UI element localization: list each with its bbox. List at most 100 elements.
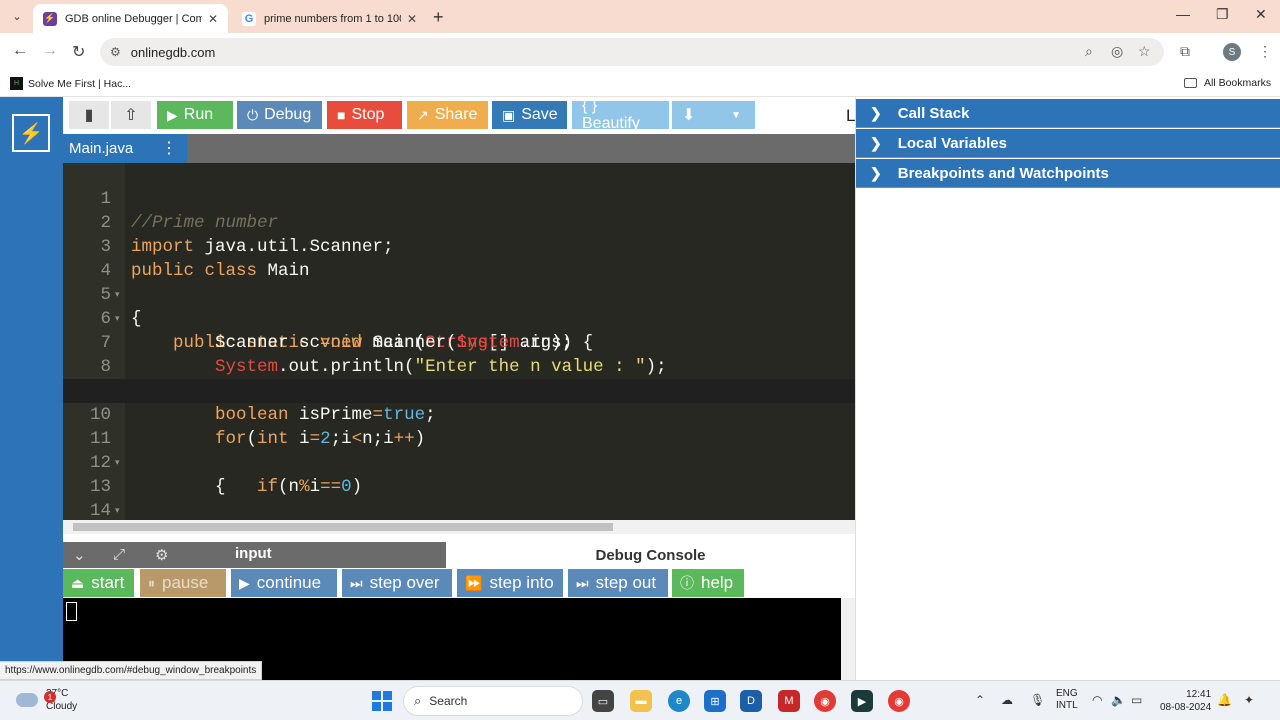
kebab-menu-icon[interactable]: ⋮ bbox=[161, 138, 177, 158]
site-info-icon[interactable]: ⚙ bbox=[110, 45, 121, 59]
restore-icon[interactable]: ❐ bbox=[1216, 6, 1229, 23]
call-stack-section[interactable]: ❯ Call Stack bbox=[856, 99, 1280, 128]
onedrive-icon[interactable]: ☁ bbox=[1001, 693, 1013, 707]
expand-icon[interactable]: ⤢ bbox=[113, 546, 125, 563]
file-tab-main[interactable]: Main.java ⋮ bbox=[63, 134, 187, 163]
new-tab-icon[interactable]: + bbox=[433, 7, 444, 28]
code-editor[interactable]: 1 //Prime number 2 import java.util.Scan… bbox=[63, 163, 855, 520]
extensions-icon[interactable]: ⧉ bbox=[1180, 43, 1190, 60]
copilot-icon[interactable]: ✦ bbox=[1244, 693, 1254, 707]
code-line[interactable]: 9 boolean isPrime=true; bbox=[63, 355, 855, 425]
battery-icon[interactable]: ▭ bbox=[1131, 693, 1142, 707]
eye-slash-icon[interactable]: ◎ bbox=[1111, 43, 1123, 60]
windows-taskbar: 1 27°C Cloudy ⌕ Search ▭ ▬ e ⊞ D M ◉ ▶ ◉… bbox=[0, 680, 1280, 720]
zoom-icon[interactable]: ⌕ bbox=[1085, 43, 1093, 60]
all-bookmarks[interactable]: All Bookmarks bbox=[1184, 77, 1271, 89]
share-button[interactable]: ↗ Share bbox=[407, 101, 488, 129]
back-icon[interactable]: ← bbox=[12, 42, 28, 60]
stop-button[interactable]: ■ Stop bbox=[327, 101, 402, 129]
code-line[interactable]: 8 int n=sc.nextInt(); bbox=[63, 331, 855, 401]
upload-button[interactable]: ⇧ bbox=[111, 101, 151, 129]
tab-search-chevron-icon[interactable]: ⌄ bbox=[6, 5, 28, 27]
dell-icon[interactable]: D bbox=[740, 690, 762, 712]
wifi-icon[interactable]: ◠ bbox=[1092, 693, 1102, 707]
task-view-icon[interactable]: ▭ bbox=[592, 690, 614, 712]
gear-icon[interactable]: ⚙ bbox=[155, 546, 168, 564]
code-line[interactable]: 11 ▾ { bbox=[63, 403, 855, 497]
code-line[interactable]: 13 ▾ { bbox=[63, 451, 855, 516]
minimize-icon[interactable]: — bbox=[1176, 6, 1190, 22]
step-out-button[interactable]: ⏭ step out bbox=[568, 569, 668, 597]
address-bar[interactable]: ⚙ onlinegdb.com bbox=[100, 38, 1164, 66]
tray-chevron-up-icon[interactable]: ⌃ bbox=[975, 693, 985, 707]
share-icon: ↗ bbox=[417, 106, 429, 123]
play-icon: ▶ bbox=[167, 106, 178, 123]
section-label: Breakpoints and Watchpoints bbox=[897, 164, 1109, 182]
notification-bell-icon[interactable]: 🔔 bbox=[1217, 693, 1232, 707]
debug-button[interactable]: ⏻ Debug bbox=[237, 101, 322, 129]
windows-start-icon[interactable] bbox=[372, 691, 392, 711]
collapse-chevron-icon[interactable]: ⌄ bbox=[73, 546, 86, 564]
mcafee-icon[interactable]: M bbox=[778, 690, 800, 712]
taskbar-clock[interactable]: 12:41 08-08-2024 bbox=[1160, 688, 1211, 714]
new-file-button[interactable]: ▮ bbox=[69, 101, 109, 129]
volume-icon[interactable]: 🔈 bbox=[1111, 693, 1126, 707]
chrome-icon[interactable]: ◉ bbox=[814, 690, 836, 712]
console-vertical-scrollbar[interactable] bbox=[841, 598, 855, 680]
tab-input[interactable]: input bbox=[235, 545, 272, 562]
run-button[interactable]: ▶ Run bbox=[157, 101, 233, 129]
cloud-icon bbox=[16, 693, 38, 707]
forward-icon[interactable]: → bbox=[42, 42, 58, 60]
code-line[interactable]: 5 ▾ public static void main(String[] arg… bbox=[63, 259, 855, 353]
breakpoints-section[interactable]: ❯ Breakpoints and Watchpoints bbox=[856, 159, 1280, 188]
file-icon: ▮ bbox=[84, 107, 94, 124]
debug-label: Debug bbox=[264, 106, 312, 123]
code-line-active[interactable]: 10 for(int i=2;i<n;i++) bbox=[63, 379, 855, 449]
language-indicator[interactable]: ENG INTL bbox=[1056, 688, 1078, 712]
code-line[interactable]: 12 if(n%i==0) bbox=[63, 427, 855, 497]
beautify-button[interactable]: { } Beautify bbox=[572, 97, 669, 132]
tab-debug-console[interactable]: Debug Console bbox=[446, 542, 855, 568]
editor-horizontal-scrollbar[interactable] bbox=[63, 520, 855, 534]
save-button[interactable]: ▣ Save bbox=[492, 101, 567, 129]
chrome-profile-icon[interactable]: ◉ bbox=[888, 690, 910, 712]
start-button[interactable]: ⏏ start bbox=[63, 569, 134, 597]
step-out-label: step out bbox=[595, 573, 657, 592]
code-line[interactable]: 1 //Prime number bbox=[63, 163, 855, 233]
bookmark-star-icon[interactable]: ☆ bbox=[1138, 43, 1151, 60]
code-line[interactable]: 14 isPrime=false; bbox=[63, 475, 855, 520]
close-tab-icon[interactable]: ✕ bbox=[208, 12, 218, 26]
store-icon[interactable]: ⊞ bbox=[704, 690, 726, 712]
floppy-icon: ▣ bbox=[502, 106, 516, 123]
close-tab-icon[interactable]: ✕ bbox=[407, 12, 417, 26]
scrollbar-thumb[interactable] bbox=[73, 523, 613, 531]
download-button[interactable]: ⬇ ▼ bbox=[672, 101, 755, 129]
menu-kebab-icon[interactable]: ⋮ bbox=[1258, 43, 1272, 60]
code-line[interactable]: 7 System.out.println("Enter the n value … bbox=[63, 307, 855, 377]
step-over-button[interactable]: ⏭ step over bbox=[342, 569, 452, 597]
code-line[interactable]: 2 import java.util.Scanner; bbox=[63, 187, 855, 257]
code-line[interactable]: 3 public class Main bbox=[63, 211, 855, 281]
terminal-app-icon[interactable]: ▶ bbox=[851, 690, 873, 712]
weather-widget[interactable]: 1 27°C Cloudy bbox=[16, 687, 77, 713]
code-line[interactable]: 15 break; bbox=[63, 499, 855, 520]
code-line[interactable]: 4 ▾ { bbox=[63, 235, 855, 329]
microphone-icon[interactable]: 🎙 bbox=[1030, 693, 1045, 707]
pause-button[interactable]: ⏸ pause bbox=[140, 569, 226, 597]
gdb-logo-icon[interactable]: ⚡ bbox=[12, 114, 50, 152]
file-explorer-icon[interactable]: ▬ bbox=[630, 690, 652, 712]
profile-avatar[interactable]: S bbox=[1223, 43, 1241, 61]
step-into-button[interactable]: ⏩ step into bbox=[457, 569, 563, 597]
help-button[interactable]: ⓘ help bbox=[672, 569, 744, 597]
browser-tab-gdb[interactable]: ⚡ GDB online Debugger | Compil ✕ bbox=[33, 4, 228, 33]
close-window-icon[interactable]: ✕ bbox=[1255, 6, 1267, 23]
help-label: help bbox=[701, 573, 734, 592]
local-variables-section[interactable]: ❯ Local Variables bbox=[856, 129, 1280, 158]
code-line[interactable]: 6 Scanner sc=new Scanner(System.in); bbox=[63, 283, 855, 353]
edge-icon[interactable]: e bbox=[668, 690, 690, 712]
reload-icon[interactable]: ↻ bbox=[72, 42, 85, 62]
taskbar-search[interactable]: ⌕ Search bbox=[403, 686, 583, 716]
continue-button[interactable]: ▶ continue bbox=[231, 569, 337, 597]
bookmark-item[interactable]: H Solve Me First | Hac... bbox=[10, 77, 131, 90]
browser-tab-google[interactable]: G prime numbers from 1 to 100 - ✕ bbox=[232, 4, 427, 33]
